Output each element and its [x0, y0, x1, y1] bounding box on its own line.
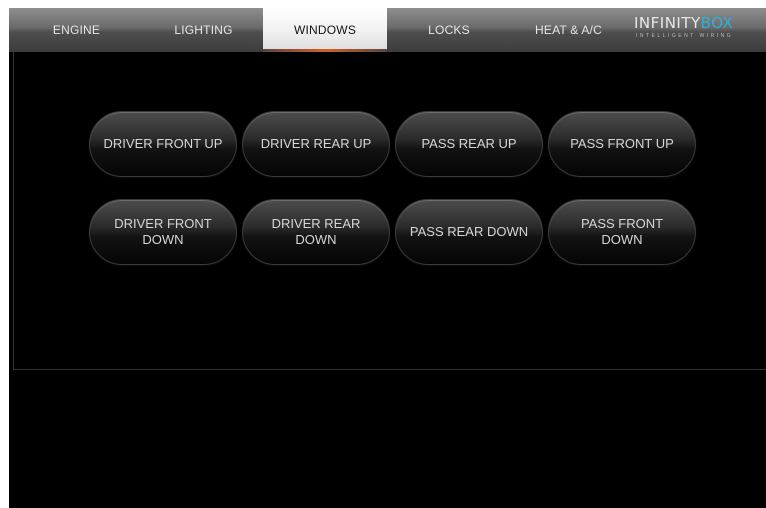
tab-bar: ENGINE LIGHTING WINDOWS LOCKS HEAT & A/C…: [9, 8, 766, 52]
driver-rear-up-button[interactable]: DRIVER REAR UP: [242, 111, 390, 177]
tab-lighting[interactable]: LIGHTING: [144, 8, 263, 52]
pass-front-up-button[interactable]: PASS FRONT UP: [548, 111, 696, 177]
infinitybox-logo: INFINITYBOX INTELLIGENT WIRING: [626, 8, 766, 52]
logo-accent-text: BOX: [700, 14, 734, 32]
tab-windows[interactable]: WINDOWS: [263, 8, 387, 52]
driver-rear-down-button[interactable]: DRIVER REAR DOWN: [242, 199, 390, 265]
tab-engine[interactable]: ENGINE: [9, 8, 144, 52]
logo-wordmark: INFINITYBOX: [634, 14, 733, 32]
logo-tagline: INTELLIGENT WIRING: [636, 33, 734, 39]
window-button-grid: DRIVER FRONT UP DRIVER REAR UP PASS REAR…: [89, 111, 696, 265]
pass-front-down-button[interactable]: PASS FRONT DOWN: [548, 199, 696, 265]
driver-front-up-button[interactable]: DRIVER FRONT UP: [89, 111, 237, 177]
tab-heat-ac[interactable]: HEAT & A/C: [511, 8, 626, 52]
tab-locks[interactable]: LOCKS: [387, 8, 511, 52]
app-screen: ENGINE LIGHTING WINDOWS LOCKS HEAT & A/C…: [9, 8, 766, 508]
logo-main-text: INFINITY: [634, 14, 701, 32]
driver-front-down-button[interactable]: DRIVER FRONT DOWN: [89, 199, 237, 265]
pass-rear-down-button[interactable]: PASS REAR DOWN: [395, 199, 543, 265]
pass-rear-up-button[interactable]: PASS REAR UP: [395, 111, 543, 177]
